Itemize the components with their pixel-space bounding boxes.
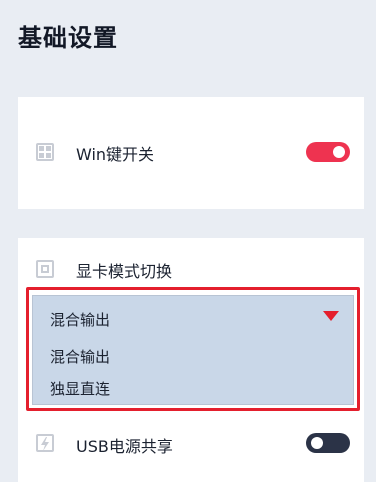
dropdown-selected-value[interactable]: 混合输出: [50, 309, 110, 330]
usb-power-label: USB电源共享: [76, 437, 173, 456]
gpu-mode-dropdown[interactable]: 混合输出 混合输出 独显直连: [32, 295, 354, 405]
page-title: 基础设置: [18, 24, 118, 52]
win-key-toggle[interactable]: [306, 142, 350, 162]
windows-icon: [36, 143, 54, 161]
usb-power-toggle[interactable]: [306, 433, 350, 453]
gpu-icon: [36, 260, 54, 278]
settings-page: 基础设置 Win键开关 显卡模式切换 USB电源共享 混合输出 混合输出 独显直…: [0, 0, 376, 482]
dropdown-option-discrete[interactable]: 独显直连: [50, 378, 110, 399]
toggle-knob: [333, 146, 345, 158]
dropdown-option-hybrid[interactable]: 混合输出: [50, 346, 110, 367]
dropdown-arrow-icon[interactable]: [323, 311, 339, 321]
gpu-mode-label: 显卡模式切换: [76, 262, 173, 281]
win-key-label: Win键开关: [76, 145, 155, 164]
gpu-icon-inner: [41, 265, 49, 273]
win-key-card: Win键开关: [18, 97, 364, 209]
power-bolt-icon: [36, 434, 54, 452]
toggle-knob: [311, 437, 323, 449]
